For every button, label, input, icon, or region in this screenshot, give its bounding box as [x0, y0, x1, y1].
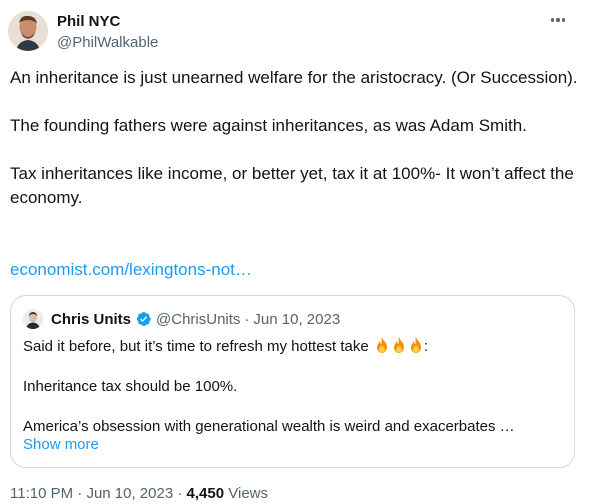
tweet-time[interactable]: 11:10 PM	[10, 485, 73, 502]
more-dot	[550, 18, 554, 22]
more-options-button[interactable]	[545, 10, 571, 30]
tweet-link[interactable]: economist.com/lexingtons-not…	[10, 258, 252, 282]
quote-line: Inheritance tax should be 100%.	[23, 378, 238, 395]
meta-separator: ·	[177, 485, 183, 502]
quote-line: Said it before, but it’s time to refresh…	[23, 336, 563, 357]
quote-avatar[interactable]	[23, 309, 43, 329]
views-label: Views	[228, 485, 268, 502]
views-count[interactable]: 4,450	[187, 485, 225, 502]
quoted-tweet[interactable]: Chris Units @ChrisUnits · Jun 10, 2023 S…	[10, 295, 575, 468]
quote-avatar-photo	[23, 309, 43, 329]
avatar[interactable]	[8, 11, 48, 51]
tweet-paragraph: An inheritance is just unearned welfare …	[10, 68, 578, 87]
show-more-link[interactable]: Show more	[23, 436, 99, 453]
tweet-date[interactable]: Jun 10, 2023	[86, 485, 173, 502]
quote-author-handle[interactable]: @ChrisUnits	[156, 311, 240, 328]
tweet-text: An inheritance is just unearned welfare …	[10, 66, 580, 210]
tweet: Phil NYC @PhilWalkable An inheritance is…	[0, 0, 593, 504]
quote-author-name[interactable]: Chris Units	[51, 311, 131, 328]
quote-separator: ·	[244, 310, 250, 328]
tweet-paragraph: Tax inheritances like income, or better …	[10, 164, 574, 207]
verified-badge-icon	[136, 312, 151, 326]
quote-line: America’s obsession with generational we…	[23, 418, 515, 435]
quote-line-suffix: :	[423, 338, 429, 355]
fire-icon	[393, 337, 404, 353]
tweet-paragraph: The founding fathers were against inheri…	[10, 116, 527, 135]
tweet-meta: 11:10 PM · Jun 10, 2023 · 4,450 Views	[10, 484, 268, 504]
meta-separator: ·	[77, 485, 83, 502]
avatar-photo	[8, 11, 48, 51]
more-dot	[556, 18, 560, 22]
quote-date[interactable]: Jun 10, 2023	[253, 311, 340, 328]
quote-header: Chris Units @ChrisUnits · Jun 10, 2023	[23, 308, 340, 330]
quote-line-text: Said it before, but it’s time to refresh…	[23, 338, 369, 355]
author-block: Phil NYC @PhilWalkable	[57, 13, 158, 53]
author-handle[interactable]: @PhilWalkable	[57, 33, 158, 53]
fire-icon	[410, 337, 421, 353]
more-dot	[562, 18, 566, 22]
author-name[interactable]: Phil NYC	[57, 13, 158, 31]
fire-icon	[376, 337, 387, 353]
quote-text: Said it before, but it’s time to refresh…	[23, 336, 563, 437]
